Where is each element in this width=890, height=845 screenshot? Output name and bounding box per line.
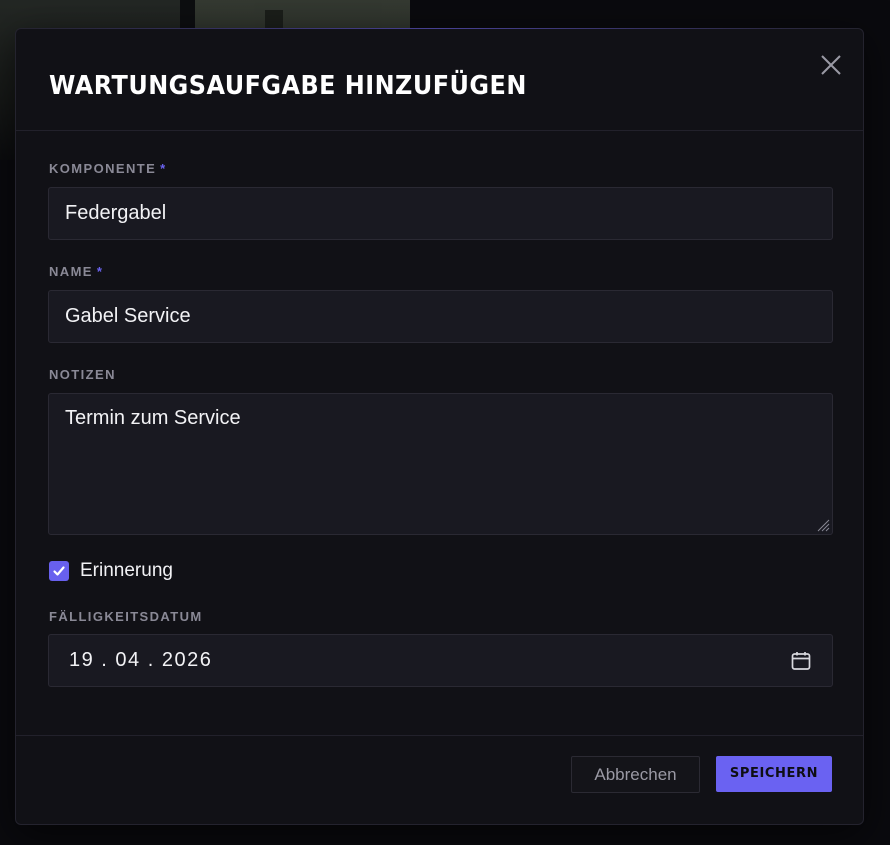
close-button[interactable]	[817, 51, 845, 79]
reminder-label[interactable]: Erinnerung	[80, 560, 173, 582]
reminder-checkbox[interactable]	[49, 561, 69, 581]
notes-label: NOTIZEN	[49, 367, 116, 382]
notes-text: Termin zum Service	[65, 407, 241, 429]
add-maintenance-task-dialog: WARTUNGSAUFGABE HINZUFÜGEN KOMPONENTE * F…	[15, 28, 864, 825]
component-label: KOMPONENTE *	[49, 161, 167, 176]
due-date-value: 19 . 04 . 2026	[69, 649, 213, 671]
required-marker: *	[96, 264, 104, 279]
name-label: NAME *	[49, 264, 103, 279]
dialog-footer: Abbrechen SPEICHERN	[16, 735, 863, 825]
component-label-text: KOMPONENTE	[49, 161, 157, 176]
close-icon	[821, 55, 841, 75]
save-button[interactable]: SPEICHERN	[716, 756, 832, 792]
dialog-header: WARTUNGSAUFGABE HINZUFÜGEN	[16, 29, 863, 131]
due-date-label: FÄLLIGKEITSDATUM	[49, 609, 203, 624]
checkmark-icon	[53, 566, 65, 576]
component-input[interactable]: Federgabel	[48, 187, 833, 240]
required-marker: *	[160, 161, 167, 176]
cancel-button[interactable]: Abbrechen	[571, 756, 700, 793]
name-input[interactable]: Gabel Service	[48, 290, 833, 343]
calendar-icon[interactable]	[790, 650, 812, 672]
dialog-title: WARTUNGSAUFGABE HINZUFÜGEN	[49, 71, 527, 101]
reminder-row: Erinnerung	[49, 559, 173, 583]
name-label-text: NAME	[49, 264, 93, 279]
resize-grip-icon[interactable]	[814, 516, 830, 532]
notes-textarea[interactable]: Termin zum Service	[48, 393, 833, 535]
due-date-input[interactable]: 19 . 04 . 2026	[48, 634, 833, 687]
